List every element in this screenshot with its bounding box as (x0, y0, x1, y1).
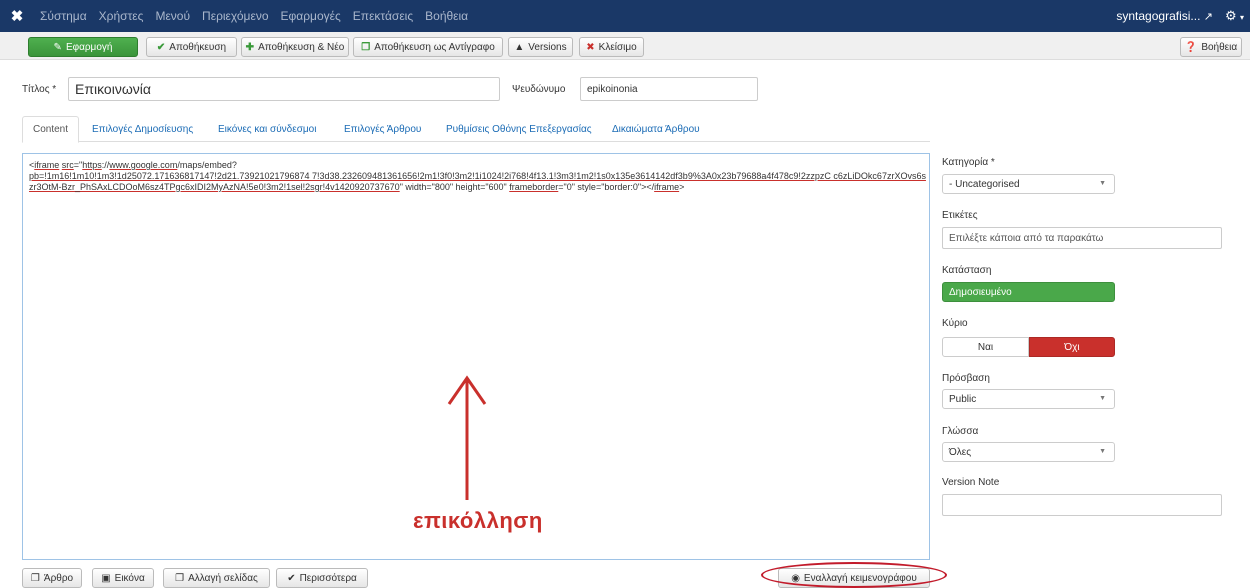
menu-content[interactable]: Περιεχόμενο (196, 9, 274, 23)
more-label: Περισσότερα (299, 572, 357, 584)
language-label: Γλώσσα (942, 426, 979, 437)
save-button[interactable]: ✔ Αποθήκευση (146, 37, 237, 57)
page-break-button[interactable]: ❐ Αλλαγή σελίδας (163, 568, 270, 588)
article-text-editor[interactable]: <iframe src="https://www.google.com/maps… (22, 153, 930, 560)
menu-extensions[interactable]: Επεκτάσεις (347, 9, 419, 23)
help-button[interactable]: ❓ Βοήθεια (1180, 37, 1242, 57)
menu-users[interactable]: Χρήστες (93, 9, 150, 23)
site-name: syntagografisi... (1116, 9, 1201, 23)
pagebreak-label: Αλλαγή σελίδας (188, 572, 258, 584)
apply-label: Εφαρμογή (65, 41, 113, 53)
menu-help[interactable]: Βοήθεια (419, 9, 474, 23)
insert-image-button[interactable]: ▣ Εικόνα (92, 568, 154, 588)
featured-no-toggle[interactable]: Όχι (1029, 337, 1115, 357)
tags-placeholder: Επιλέξτε κάποια από τα παρακάτω (949, 232, 1104, 244)
plus-icon: ✚ (245, 41, 255, 53)
tab-content[interactable]: Content (22, 116, 80, 143)
state-label: Κατάσταση (942, 265, 992, 276)
save-new-button[interactable]: ✚ Αποθήκευση & Νέο (241, 37, 349, 57)
chevron-down-icon: ▼ (1099, 395, 1106, 402)
close-button[interactable]: ✖ Κλείσιμο (579, 37, 644, 57)
alias-field[interactable]: epikoinonia (580, 77, 758, 101)
versions-label: Versions (528, 41, 567, 53)
access-label: Πρόσβαση (942, 373, 990, 384)
close-icon: ✖ (586, 41, 595, 53)
version-note-label: Version Note (942, 477, 1000, 488)
tab-images-links[interactable]: Εικόνες και σύνδεσμοι (218, 116, 316, 142)
check-icon: ✔ (156, 41, 166, 53)
title-label: Τίτλος * (22, 84, 57, 95)
copy-icon: ❐ (175, 572, 185, 584)
featured-yes-toggle[interactable]: Ναι (942, 337, 1029, 357)
chevron-down-icon: ▼ (1099, 180, 1106, 187)
apply-button[interactable]: ✎ Εφαρμογή (28, 37, 138, 57)
copy-icon: ❐ (361, 41, 371, 53)
external-link-icon: ↗ (1203, 11, 1213, 23)
tags-label: Ετικέτες (942, 210, 978, 221)
versions-button[interactable]: ▲ Versions (508, 37, 573, 57)
versions-icon: ▲ (514, 41, 525, 53)
paste-annotation: επικόλληση (413, 508, 543, 533)
access-value: Public (949, 393, 977, 405)
title-value: Επικοινωνία (75, 81, 151, 97)
category-select[interactable]: - Uncategorised ▼ (942, 174, 1115, 194)
file-icon: ❐ (30, 572, 40, 584)
tags-input[interactable]: Επιλέξτε κάποια από τα παρακάτω (942, 227, 1222, 249)
chevron-down-icon: ▾ (1239, 13, 1244, 22)
image-label: Εικόνα (114, 572, 145, 584)
chevron-down-icon: ▼ (1099, 448, 1106, 455)
close-label: Κλείσιμο (598, 41, 637, 53)
language-select[interactable]: Όλες ▼ (942, 442, 1115, 462)
category-value: - Uncategorised (949, 178, 1020, 190)
insert-article-button[interactable]: ❐ Άρθρο (22, 568, 82, 588)
featured-label: Κύριο (942, 318, 968, 329)
state-select[interactable]: Δημοσιευμένο (942, 282, 1115, 302)
tab-editing-layout[interactable]: Ρυθμίσεις Οθόνης Επεξεργασίας (446, 116, 592, 142)
save-new-label: Αποθήκευση & Νέο (258, 41, 345, 53)
save-copy-label: Αποθήκευση ως Αντίγραφο (374, 41, 495, 53)
article-tabs: Content Επιλογές Δημοσίευσης Εικόνες και… (22, 116, 930, 143)
help-icon: ❓ (1184, 41, 1198, 53)
state-value: Δημοσιευμένο (949, 286, 1012, 298)
main-menu: Σύστημα Χρήστες Μενού Περιεχόμενο Εφαρμο… (34, 9, 474, 23)
user-settings-menu[interactable]: ⚙ ▾ (1225, 8, 1244, 24)
alias-value: epikoinonia (587, 83, 638, 95)
title-field[interactable]: Επικοινωνία (68, 77, 500, 101)
edit-icon: ✎ (53, 41, 62, 53)
article-label: Άρθρο (43, 572, 74, 584)
menu-menus[interactable]: Μενού (149, 9, 196, 23)
chevron-down-icon: ✔ (287, 572, 296, 584)
image-icon: ▣ (101, 572, 111, 584)
highlight-circle-annotation (761, 562, 947, 588)
more-button[interactable]: ✔ Περισσότερα (276, 568, 368, 588)
up-arrow-annotation-icon (447, 375, 487, 500)
tab-article-options[interactable]: Επιλογές Άρθρου (344, 116, 421, 142)
save-label: Αποθήκευση (169, 41, 227, 53)
menu-components[interactable]: Εφαρμογές (275, 9, 347, 23)
editor-content: <iframe src="https://www.google.com/maps… (29, 160, 926, 192)
top-navbar: ✖ Σύστημα Χρήστες Μενού Περιεχόμενο Εφαρ… (0, 0, 1250, 32)
tab-publishing[interactable]: Επιλογές Δημοσίευσης (92, 116, 193, 142)
version-note-input[interactable] (942, 494, 1222, 516)
help-label: Βοήθεια (1201, 41, 1238, 53)
gear-icon: ⚙ (1224, 8, 1237, 23)
toolbar: ✎ Εφαρμογή ✔ Αποθήκευση ✚ Αποθήκευση & Ν… (0, 32, 1250, 60)
category-label: Κατηγορία * (942, 157, 995, 168)
language-value: Όλες (949, 446, 972, 458)
save-copy-button[interactable]: ❐ Αποθήκευση ως Αντίγραφο (353, 37, 503, 57)
access-select[interactable]: Public ▼ (942, 389, 1115, 409)
menu-system[interactable]: Σύστημα (34, 9, 93, 23)
site-name-link[interactable]: syntagografisi... ↗ (1116, 9, 1213, 23)
tab-permissions[interactable]: Δικαιώματα Άρθρου (612, 116, 700, 142)
joomla-logo-icon[interactable]: ✖ (0, 0, 34, 32)
alias-label: Ψευδώνυμο (512, 84, 566, 95)
